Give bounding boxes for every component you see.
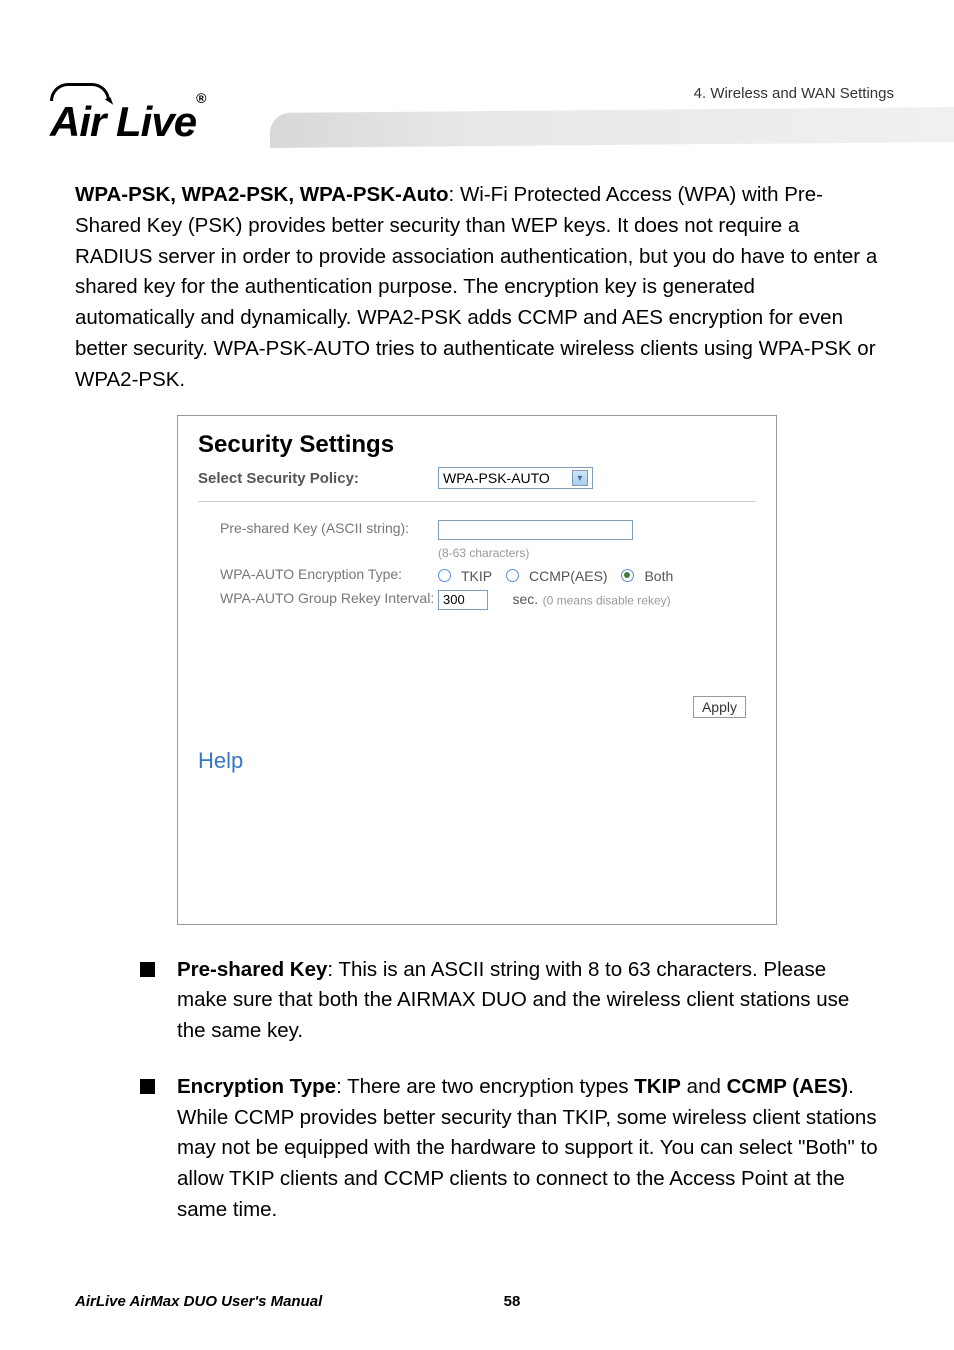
page-content: WPA-PSK, WPA2-PSK, WPA-PSK-Auto: Wi-Fi P…	[0, 150, 954, 1226]
psk-label: Pre-shared Key (ASCII string):	[220, 520, 438, 536]
bullet-enc: Encryption Type: There are two encryptio…	[75, 1072, 879, 1226]
intro-text: : Wi-Fi Protected Access (WPA) with Pre-…	[75, 183, 877, 391]
enc-label: WPA-AUTO Encryption Type:	[220, 566, 438, 582]
chevron-down-icon: ▾	[572, 470, 588, 486]
enc-radio-group: TKIP CCMP(AES) Both	[438, 566, 683, 583]
intro-bold: WPA-PSK, WPA2-PSK, WPA-PSK-Auto	[75, 183, 449, 206]
radio-tkip-label: TKIP	[461, 568, 492, 584]
divider	[198, 501, 756, 502]
chapter-label: 4. Wireless and WAN Settings	[694, 85, 894, 102]
bullet-psk-bold: Pre-shared Key	[177, 958, 327, 981]
psk-hint: (8-63 characters)	[438, 546, 529, 560]
radio-both[interactable]	[621, 569, 634, 582]
rekey-input[interactable]	[438, 590, 488, 610]
psk-input[interactable]	[438, 520, 633, 540]
page-footer: 58 AirLive AirMax DUO User's Manual	[75, 1293, 879, 1310]
page-header: Air Live® 4. Wireless and WAN Settings	[0, 0, 954, 150]
settings-screenshot: Security Settings Select Security Policy…	[177, 415, 777, 924]
intro-paragraph: WPA-PSK, WPA2-PSK, WPA-PSK-Auto: Wi-Fi P…	[75, 180, 879, 395]
radio-ccmp-label: CCMP(AES)	[529, 568, 608, 584]
bullet-enc-bold: Encryption Type	[177, 1075, 336, 1098]
square-bullet-icon	[140, 1079, 155, 1094]
help-heading: Help	[198, 718, 756, 774]
logo-text: Air Live®	[50, 98, 205, 145]
page-number: 58	[145, 1293, 879, 1310]
policy-label: Select Security Policy:	[198, 470, 438, 487]
radio-tkip[interactable]	[438, 569, 451, 582]
radio-both-label: Both	[644, 568, 673, 584]
radio-ccmp[interactable]	[506, 569, 519, 582]
bullet-list: Pre-shared Key: This is an ASCII string …	[75, 955, 879, 1226]
policy-value: WPA-PSK-AUTO	[443, 470, 550, 486]
logo: Air Live®	[50, 80, 205, 146]
settings-title: Security Settings	[198, 431, 756, 459]
bullet-psk: Pre-shared Key: This is an ASCII string …	[75, 955, 879, 1047]
policy-select[interactable]: WPA-PSK-AUTO ▾	[438, 467, 593, 489]
header-gradient	[270, 107, 954, 148]
apply-button[interactable]: Apply	[693, 696, 746, 718]
logo-arc-icon	[50, 83, 110, 101]
rekey-hint: (0 means disable rekey)	[543, 593, 671, 607]
square-bullet-icon	[140, 962, 155, 977]
rekey-label: WPA-AUTO Group Rekey Interval:	[220, 590, 438, 606]
rekey-unit: sec.	[512, 591, 538, 607]
